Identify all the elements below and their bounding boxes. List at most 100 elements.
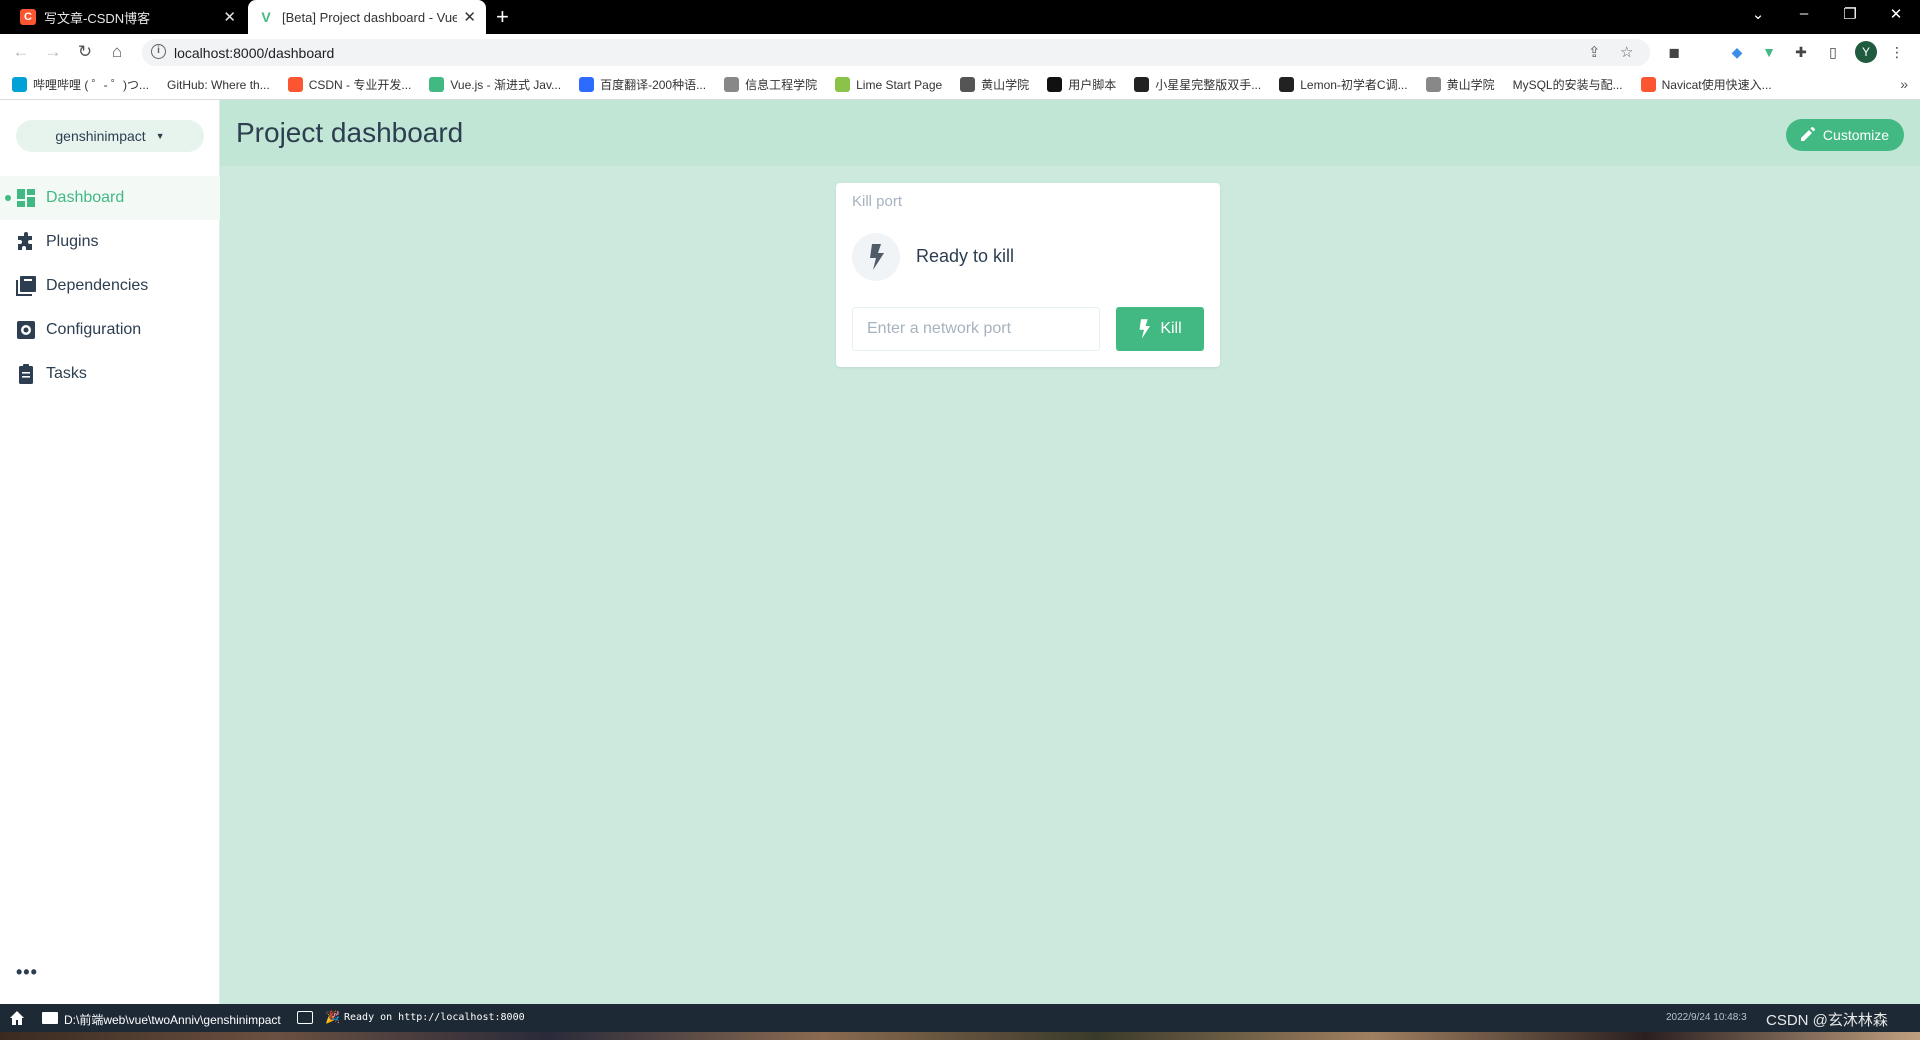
sidebar-item-label: Plugins	[46, 233, 99, 250]
bookmark-item[interactable]: 百度翻译-200种语...	[579, 76, 706, 93]
address-bar[interactable]: i localhost:8000/dashboard ⇪ ☆	[142, 39, 1650, 66]
project-path[interactable]: D:\前端web\vue\twoAnniv\genshinimpact	[64, 1011, 281, 1028]
kill-port-widget: Kill port Ready to kill Kill	[836, 183, 1220, 367]
bookmark-label: Lemon-初学者C调...	[1300, 78, 1408, 92]
bookmark-item[interactable]: 黄山学院	[1425, 76, 1495, 93]
bookmark-label: Vue.js - 渐进式 Jav...	[450, 78, 562, 92]
tab-close-icon[interactable]: ✕	[223, 8, 236, 26]
tab-close-icon[interactable]: ✕	[463, 8, 476, 26]
forward-icon[interactable]: →	[42, 41, 64, 63]
extension-tampermonkey-icon[interactable]: ◼	[1665, 43, 1683, 61]
tab-title: 写文章-CSDN博客	[44, 10, 151, 26]
bookmark-item[interactable]: 哔哩哔哩 ( ゜- ゜)つ...	[12, 76, 149, 93]
library-icon	[16, 276, 36, 296]
browser-toolbar: ← → ↻ ⌂ i localhost:8000/dashboard ⇪ ☆ ◼…	[0, 34, 1920, 70]
network-port-input[interactable]	[852, 307, 1100, 351]
bookmark-item[interactable]: Vue.js - 渐进式 Jav...	[429, 76, 561, 93]
active-indicator-dot	[5, 195, 11, 201]
csdn-watermark: CSDN @玄沐林森	[1766, 1012, 1888, 1029]
piano-icon	[1134, 77, 1150, 92]
lime-icon	[835, 77, 851, 92]
widget-title: Kill port	[852, 193, 903, 210]
bookmark-label: Navicat使用快速入...	[1661, 78, 1772, 92]
window-close-icon[interactable]: ✕	[1886, 5, 1906, 23]
kill-status-text: Ready to kill	[916, 246, 1015, 266]
vue-favicon-icon: V	[261, 9, 271, 25]
bookmark-label: 黄山学院	[981, 78, 1030, 92]
party-icon: 🎉	[325, 1010, 340, 1024]
sidebar-item-dashboard[interactable]: Dashboard	[0, 176, 220, 220]
more-bookmarks-icon[interactable]: »	[1900, 76, 1908, 92]
bookmark-item[interactable]: GitHub: Where th...	[167, 78, 270, 92]
bookmark-item[interactable]: 黄山学院	[960, 76, 1029, 93]
tab-search-icon[interactable]: ⌄	[1748, 5, 1768, 23]
console-log-icon[interactable]	[297, 1011, 313, 1024]
project-selector[interactable]: genshinimpact ▼	[16, 120, 204, 152]
extension-shield-icon[interactable]: ◆	[1728, 43, 1746, 61]
bookmarks-bar: 哔哩哔哩 ( ゜- ゜)つ... GitHub: Where th... CSDN …	[0, 70, 1920, 100]
bookmark-label: 百度翻译-200种语...	[600, 78, 707, 92]
piano-icon	[1279, 77, 1295, 92]
tab-title: [Beta] Project dashboard - Vue	[282, 9, 458, 25]
sidebar-item-dependencies[interactable]: Dependencies	[0, 264, 220, 308]
profile-avatar[interactable]: Y	[1855, 41, 1877, 63]
puzzle-icon	[16, 232, 36, 252]
more-options-icon[interactable]: •••	[16, 962, 38, 983]
back-icon[interactable]: ←	[10, 41, 32, 63]
bookmark-label: MySQL的安装与配...	[1512, 78, 1623, 92]
browser-menu-icon[interactable]: ⋮	[1888, 43, 1906, 61]
sidebar-item-tasks[interactable]: Tasks	[0, 352, 220, 396]
bookmark-label: Lime Start Page	[856, 77, 943, 92]
sidebar-item-configuration[interactable]: Configuration	[0, 308, 220, 352]
folder-icon[interactable]	[42, 1012, 58, 1024]
extensions-puzzle-icon[interactable]: ✚	[1792, 43, 1810, 61]
kill-label: Kill	[1160, 320, 1182, 337]
bookmark-item[interactable]: MySQL的安装与配...	[1513, 76, 1623, 93]
share-icon[interactable]: ⇪	[1588, 43, 1601, 61]
bookmark-item[interactable]: Lemon-初学者C调...	[1279, 76, 1408, 93]
bookmark-label: 小星星完整版双手...	[1155, 78, 1262, 92]
csdn-favicon-icon: C	[20, 9, 36, 25]
clipboard-icon	[16, 364, 36, 384]
bookmark-label: CSDN - 专业开发...	[308, 78, 412, 92]
bookmark-item[interactable]: 用户脚本	[1047, 76, 1116, 93]
restore-icon[interactable]: ❐	[1840, 5, 1860, 23]
customize-button[interactable]: Customize	[1786, 119, 1904, 151]
new-tab-icon[interactable]: +	[496, 5, 509, 29]
bookmark-item[interactable]: 小星星完整版双手...	[1134, 76, 1261, 93]
bookmark-label: 黄山学院	[1446, 78, 1495, 92]
browser-tab-csdn[interactable]: C 写文章-CSDN博客 ✕	[10, 0, 246, 34]
bookmark-label: 信息工程学院	[745, 78, 818, 92]
dashboard-header: Project dashboard Customize	[220, 100, 1920, 166]
side-panel-icon[interactable]: ▯	[1824, 43, 1842, 61]
status-message[interactable]: Ready on http://localhost:8000	[344, 1012, 525, 1023]
address-url[interactable]: localhost:8000/dashboard	[174, 45, 334, 61]
browser-tab-vue-dashboard[interactable]: V [Beta] Project dashboard - Vue ✕	[248, 0, 486, 34]
globe-icon	[724, 77, 740, 92]
bookmark-label: 用户脚本	[1068, 78, 1117, 92]
status-timestamp: 2022/9/24 10:48:3	[1666, 1012, 1747, 1023]
extension-vue-devtools-icon[interactable]: ▼	[1760, 43, 1778, 61]
minimize-icon[interactable]: –	[1794, 5, 1814, 22]
csdn-icon	[287, 77, 303, 92]
caret-down-icon: ▼	[155, 131, 165, 141]
bookmark-item[interactable]: Lime Start Page	[835, 77, 942, 92]
sidebar-item-label: Configuration	[46, 321, 142, 338]
bookmark-item[interactable]: Navicat使用快速入...	[1640, 76, 1772, 93]
home-icon[interactable]: ⌂	[106, 41, 128, 63]
sidebar-item-plugins[interactable]: Plugins	[0, 220, 220, 264]
sidebar-item-label: Dashboard	[46, 189, 125, 206]
reload-icon[interactable]: ↻	[74, 41, 96, 63]
bookmark-item[interactable]: CSDN - 专业开发...	[287, 76, 412, 93]
bookmark-label: 哔哩哔哩 ( ゜- ゜)つ...	[33, 78, 149, 92]
sidebar-item-label: Tasks	[46, 365, 87, 382]
site-info-icon[interactable]: i	[151, 44, 166, 59]
home-icon[interactable]	[9, 1010, 25, 1026]
csdn-icon	[1640, 77, 1656, 92]
browser-tab-bar: C 写文章-CSDN博客 ✕ V [Beta] Project dashboar…	[0, 0, 1920, 34]
bookmark-item[interactable]: 信息工程学院	[724, 76, 817, 93]
kill-button[interactable]: Kill	[1116, 307, 1204, 351]
globe-icon	[1425, 77, 1441, 92]
lightning-bolt-icon	[852, 233, 900, 281]
bookmark-star-icon[interactable]: ☆	[1620, 43, 1633, 61]
